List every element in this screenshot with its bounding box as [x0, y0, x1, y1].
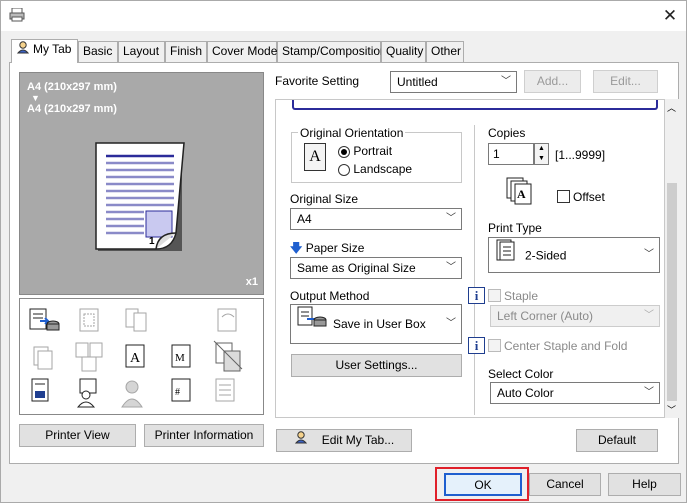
- chevron-down-icon: ﹀: [644, 387, 654, 398]
- title-bar: ✕: [1, 1, 686, 31]
- printer-view-button[interactable]: Printer View: [19, 424, 136, 447]
- font-icon[interactable]: A: [125, 344, 145, 368]
- chevron-down-icon: ﹀: [501, 76, 511, 87]
- portrait-radio[interactable]: Portrait: [338, 144, 392, 158]
- center-staple-label: Center Staple and Fold: [504, 339, 628, 353]
- chevron-down-icon: ﹀: [446, 262, 456, 273]
- staple-position-select[interactable]: Left Corner (Auto) ﹀: [490, 305, 660, 327]
- help-button[interactable]: Help: [608, 473, 681, 496]
- ok-button[interactable]: OK: [444, 473, 522, 496]
- tab-layout[interactable]: Layout: [118, 41, 165, 62]
- template-icon[interactable]: #: [171, 378, 191, 402]
- multi-page-icon[interactable]: [33, 346, 53, 370]
- output-method-label: Output Method: [290, 289, 370, 303]
- svg-text:A: A: [517, 187, 526, 201]
- print-preview: A4 (210x297 mm) ▼ A4 (210x297 mm) 1 x1: [19, 72, 264, 295]
- scrollbar-thumb[interactable]: [667, 183, 677, 401]
- favorite-add-button[interactable]: Add...: [524, 70, 581, 93]
- print-properties-window: ✕ My Tab Basic Layout Finish Cover Mode …: [0, 0, 687, 503]
- tab-stamp-composition[interactable]: Stamp/Composition: [277, 41, 387, 62]
- report-icon[interactable]: [31, 378, 49, 402]
- print-type-select[interactable]: 2-Sided ﹀: [488, 237, 660, 273]
- staple-info-icon[interactable]: i: [468, 287, 485, 304]
- scroll-up-icon[interactable]: ︿: [667, 101, 676, 114]
- form-icon[interactable]: M: [171, 344, 191, 368]
- top-frame-edge: [292, 100, 658, 110]
- staple-label: Staple: [504, 289, 539, 303]
- user-icon: [294, 430, 308, 451]
- preview-page-icon: [95, 142, 185, 251]
- user-icon: [16, 40, 30, 60]
- printer-information-button[interactable]: Printer Information: [144, 424, 264, 447]
- preview-copy-count: x1: [245, 276, 258, 288]
- tab-cover-mode[interactable]: Cover Mode: [207, 41, 277, 62]
- column-divider: [474, 125, 475, 415]
- svg-text:#: #: [175, 387, 180, 398]
- center-staple-info-icon[interactable]: i: [468, 337, 485, 354]
- user-auth-icon[interactable]: [76, 378, 97, 408]
- account-track-icon[interactable]: [121, 380, 143, 408]
- svg-text:A: A: [130, 351, 141, 366]
- tab-my-tab[interactable]: My Tab: [11, 39, 78, 63]
- chevron-down-icon: ﹀: [446, 213, 456, 224]
- edit-my-tab-button[interactable]: Edit My Tab...: [276, 429, 412, 452]
- paper-size-select[interactable]: Same as Original Size ﹀: [290, 257, 462, 279]
- portrait-preview-icon: A: [304, 143, 326, 171]
- save-user-box-icon: [297, 305, 327, 344]
- text-page-icon[interactable]: [215, 378, 235, 402]
- printer-icon: [9, 7, 25, 25]
- tab-basic[interactable]: Basic: [78, 41, 118, 62]
- user-settings-button[interactable]: User Settings...: [291, 354, 462, 377]
- select-color-select[interactable]: Auto Color ﹀: [490, 382, 660, 404]
- favorite-setting-label: Favorite Setting: [275, 74, 360, 88]
- chevron-down-icon: ﹀: [644, 310, 654, 321]
- original-orientation-label: Original Orientation: [298, 126, 406, 140]
- copies-spinner[interactable]: ▲ ▼: [534, 143, 549, 165]
- svg-text:M: M: [175, 352, 185, 364]
- stamp-icon[interactable]: [213, 340, 243, 372]
- center-staple-checkbox[interactable]: [488, 339, 501, 352]
- preview-original-size: A4 (210x297 mm): [27, 81, 117, 93]
- favorite-edit-button[interactable]: Edit...: [593, 70, 658, 93]
- two-sided-icon: [495, 238, 515, 275]
- preview-paper-size: A4 (210x297 mm): [27, 103, 117, 115]
- cancel-button[interactable]: Cancel: [529, 473, 601, 496]
- chevron-down-icon: ﹀: [446, 318, 456, 329]
- tab-other[interactable]: Other: [426, 41, 464, 62]
- tab-quality[interactable]: Quality: [381, 41, 426, 62]
- tab-panel: A4 (210x297 mm) ▼ A4 (210x297 mm) 1 x1 A…: [9, 62, 679, 464]
- landscape-radio[interactable]: Landscape: [338, 162, 412, 176]
- booklet-icon[interactable]: [125, 308, 147, 332]
- save-in-user-box-icon[interactable]: [29, 308, 60, 331]
- vertical-scrollbar[interactable]: ︿ ﹀: [665, 99, 679, 418]
- preview-arrow: ▼: [31, 93, 40, 103]
- rotate-icon[interactable]: [217, 308, 237, 332]
- function-icon-grid: A M #: [19, 298, 264, 415]
- favorite-setting-select[interactable]: Untitled ﹀: [390, 71, 517, 93]
- staple-checkbox[interactable]: [488, 289, 501, 302]
- copies-range: [1...9999]: [555, 148, 606, 162]
- original-size-label: Original Size: [290, 192, 359, 206]
- preview-page-number: 1: [149, 236, 155, 247]
- default-button[interactable]: Default: [576, 429, 658, 452]
- arrow-down-icon: 🡇: [290, 241, 303, 255]
- scroll-down-icon[interactable]: ﹀: [667, 403, 676, 416]
- combine-icon[interactable]: [75, 342, 103, 372]
- output-method-select[interactable]: Save in User Box ﹀: [290, 304, 462, 344]
- n-up-icon[interactable]: [79, 308, 99, 332]
- copies-input[interactable]: 1: [488, 143, 534, 165]
- copies-label: Copies: [488, 126, 526, 140]
- offset-label: Offset: [573, 190, 605, 204]
- offset-checkbox[interactable]: [557, 190, 570, 203]
- print-type-label: Print Type: [488, 221, 542, 235]
- close-button[interactable]: ✕: [658, 5, 682, 27]
- chevron-down-icon: ﹀: [644, 249, 654, 260]
- offset-icon: A: [505, 176, 535, 206]
- tab-finish[interactable]: Finish: [165, 41, 207, 62]
- original-size-select[interactable]: A4 ﹀: [290, 208, 462, 230]
- select-color-label: Select Color: [488, 367, 554, 381]
